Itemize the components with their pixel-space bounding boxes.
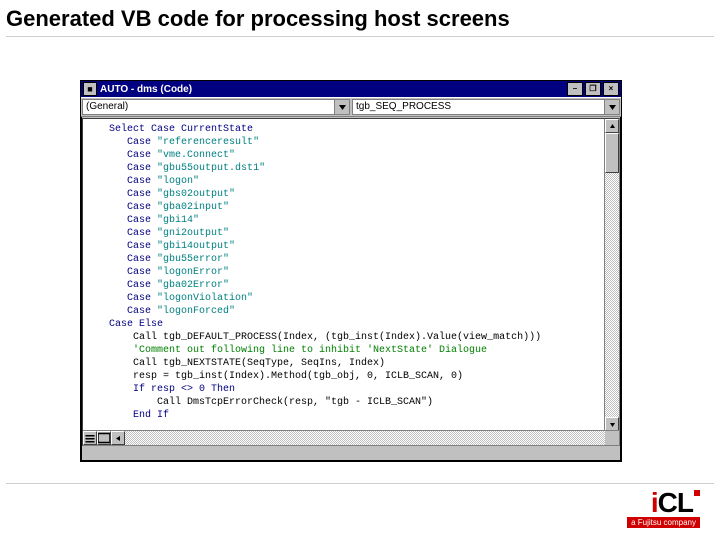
close-button[interactable]: × xyxy=(603,82,619,96)
window-caption: AUTO - dms (Code) xyxy=(100,84,565,95)
code-navigator: (General) tgb_SEQ_PROCESS xyxy=(81,97,621,117)
vertical-scrollbar[interactable] xyxy=(604,119,619,431)
object-combo[interactable]: (General) xyxy=(82,99,350,115)
scroll-down-button[interactable] xyxy=(605,417,619,431)
logo-dot-icon xyxy=(694,490,700,496)
horizontal-scroll-track[interactable] xyxy=(125,431,605,445)
scroll-up-button[interactable] xyxy=(605,119,619,133)
scroll-corner xyxy=(605,431,619,445)
footer-rule xyxy=(6,483,714,484)
procedure-combo[interactable]: tgb_SEQ_PROCESS xyxy=(352,99,620,115)
icl-logo: iCL a Fujitsu company xyxy=(627,487,700,528)
full-module-view-button[interactable] xyxy=(97,431,111,445)
window-titlebar[interactable]: ■ AUTO - dms (Code) – ❐ × xyxy=(81,81,621,97)
code-content[interactable]: Select Case CurrentState Case "reference… xyxy=(83,119,619,446)
chevron-down-icon[interactable] xyxy=(604,100,619,114)
logo-letter-i: i xyxy=(651,487,658,519)
restore-button[interactable]: ❐ xyxy=(585,82,601,96)
title-rule xyxy=(6,36,714,37)
code-editor[interactable]: Select Case CurrentState Case "reference… xyxy=(82,118,620,446)
minimize-button[interactable]: – xyxy=(567,82,583,96)
vertical-scroll-track[interactable] xyxy=(605,133,619,417)
scroll-left-button[interactable] xyxy=(111,431,125,445)
logo-letters-cl: CL xyxy=(658,487,693,519)
chevron-down-icon[interactable] xyxy=(334,100,349,114)
horizontal-scrollbar[interactable] xyxy=(83,430,619,445)
vertical-scroll-thumb[interactable] xyxy=(605,133,619,173)
procedure-view-button[interactable] xyxy=(83,431,97,445)
system-menu-icon[interactable]: ■ xyxy=(83,82,97,96)
procedure-combo-value: tgb_SEQ_PROCESS xyxy=(353,100,604,114)
code-window: ■ AUTO - dms (Code) – ❐ × (General) tgb_… xyxy=(80,80,622,462)
page-title: Generated VB code for processing host sc… xyxy=(6,6,510,32)
object-combo-value: (General) xyxy=(83,100,334,114)
logo-tagline: a Fujitsu company xyxy=(627,517,700,528)
